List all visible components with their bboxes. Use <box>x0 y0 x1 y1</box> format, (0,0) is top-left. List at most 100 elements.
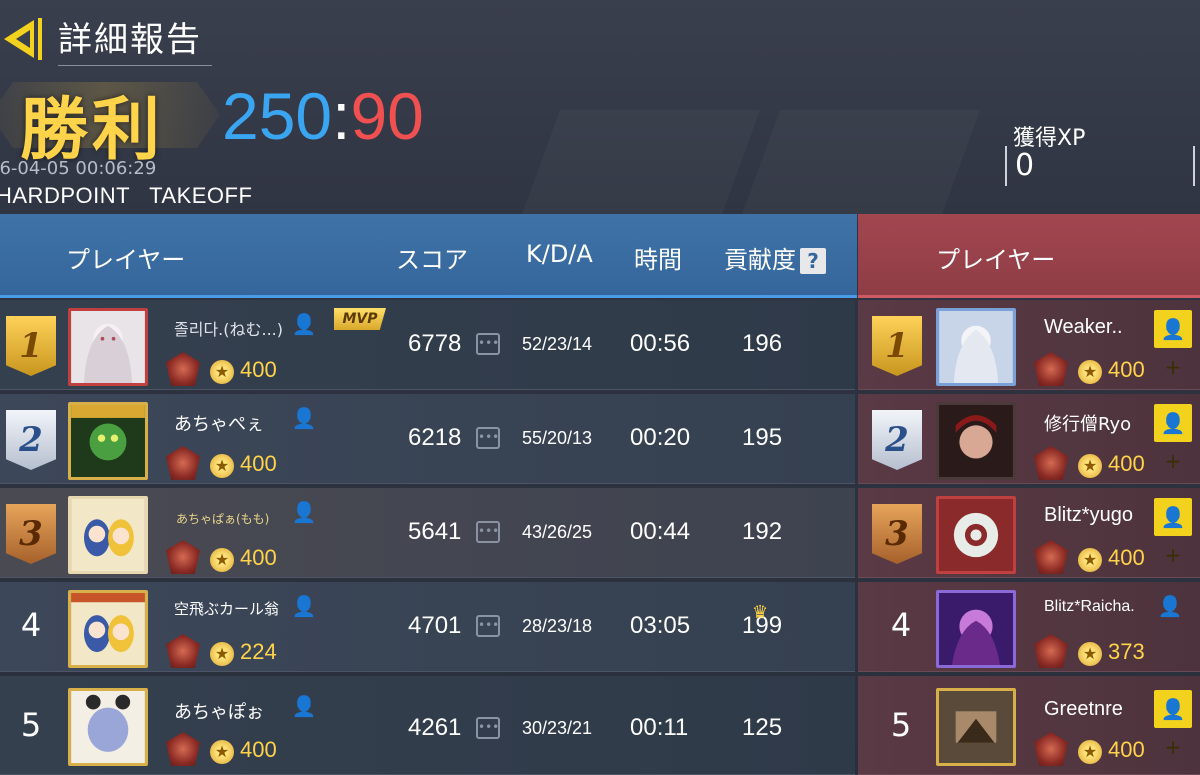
avatar[interactable] <box>936 308 1016 386</box>
match-mode-map: HARDPOINT TAKEOFF <box>0 183 253 208</box>
add-friend-icon[interactable]: 👤+ <box>1154 310 1192 379</box>
rank-number: 4 <box>890 606 912 644</box>
add-friend-icon[interactable]: 👤+ <box>1154 498 1192 567</box>
blue-team-header: プレイヤー スコア K/D/A 時間 貢献度? <box>0 214 857 298</box>
chat-icon[interactable]: ••• <box>476 717 500 739</box>
player-name: Greetnre <box>1044 698 1123 720</box>
back-button[interactable] <box>0 14 46 64</box>
coin-icon: ★ <box>210 548 234 572</box>
rank-number: 5 <box>890 706 912 744</box>
avatar[interactable] <box>68 308 148 386</box>
col-score: スコア <box>396 246 468 274</box>
coin-value: 400 <box>1108 451 1145 476</box>
rank-emblem-icon <box>166 540 200 574</box>
player-name: 졸리다.(ねむ...) <box>174 320 283 339</box>
coin-icon: ★ <box>1078 360 1102 384</box>
coin-value: 224 <box>240 639 277 664</box>
coin-value: 400 <box>240 545 277 570</box>
score-value: 4261 <box>408 714 462 741</box>
time-value: 00:11 <box>630 714 689 741</box>
avatar[interactable] <box>936 590 1016 668</box>
rank-badge-bronze: 3 <box>6 504 56 564</box>
score-blue: 250 <box>222 79 333 153</box>
avatar[interactable] <box>936 688 1016 766</box>
coin-value: 400 <box>240 737 277 762</box>
friend-icon[interactable]: 👤 <box>290 594 318 620</box>
background-decoration <box>740 110 980 220</box>
coin-value: 400 <box>1108 357 1145 382</box>
kda-value: 55/20/13 <box>522 428 593 448</box>
kda-value: 52/23/14 <box>522 334 593 354</box>
friend-icon[interactable]: 👤 <box>290 500 318 526</box>
col-player: プレイヤー <box>66 246 186 274</box>
chat-icon[interactable]: ••• <box>476 427 500 449</box>
player-name: Blitz*yugo <box>1044 504 1133 526</box>
coin-icon: ★ <box>210 642 234 666</box>
player-name: あちゃぱぁ(もも) <box>176 512 270 526</box>
rank-emblem-icon <box>166 634 200 668</box>
col-contribution-label: 貢献度 <box>724 246 796 274</box>
avatar[interactable] <box>68 688 148 766</box>
rank-badge-bronze: 3 <box>872 504 922 564</box>
table-row[interactable]: 4 Blitz*Raicha. 👤 ★ 373 <box>858 582 1200 672</box>
red-team-header: プレイヤー <box>858 214 1200 298</box>
score-value: 5641 <box>408 518 462 545</box>
score-value: 6778 <box>408 330 462 357</box>
chat-icon[interactable]: ••• <box>476 521 500 543</box>
table-row[interactable]: 1 ★ 400 졸리다.(ねむ...) 👤 6778 ••• 52/23/14 … <box>0 300 855 390</box>
avatar[interactable] <box>68 590 148 668</box>
table-row[interactable]: 3 ★ 400 あちゃぱぁ(もも) 👤 5641 ••• 43/26/25 00… <box>0 488 855 578</box>
xp-value: 0 <box>1015 148 1035 183</box>
time-value: 03:05 <box>630 612 691 639</box>
score-value: 4701 <box>408 612 462 639</box>
kda-value: 30/23/21 <box>522 718 593 738</box>
rank-emblem-icon <box>1034 732 1068 766</box>
player-name: あちゃぺぇ <box>174 414 264 435</box>
add-friend-icon[interactable]: 👤+ <box>1154 690 1192 759</box>
chat-icon[interactable]: ••• <box>476 333 500 355</box>
rank-number: 4 <box>20 606 42 644</box>
avatar[interactable] <box>68 496 148 574</box>
table-row[interactable]: 5 Greetnre 👤+ ★ 400 <box>858 676 1200 775</box>
coin-icon: ★ <box>1078 642 1102 666</box>
add-friend-icon[interactable]: 👤+ <box>1154 404 1192 473</box>
avatar[interactable] <box>68 402 148 480</box>
friend-icon[interactable]: 👤 <box>1156 594 1184 620</box>
rank-badge-gold: 1 <box>6 316 56 376</box>
rank-badge-gold: 1 <box>872 316 922 376</box>
player-name: Weaker.. <box>1044 316 1123 338</box>
avatar[interactable] <box>936 402 1016 480</box>
kda-value: 43/26/25 <box>522 522 593 542</box>
final-score: 250:90 <box>222 78 424 154</box>
time-value: 00:44 <box>630 518 691 545</box>
coin-value: 400 <box>1108 737 1145 762</box>
col-time: 時間 <box>634 246 682 274</box>
help-icon[interactable]: ? <box>800 248 826 274</box>
page-title: 詳細報告 <box>58 12 212 66</box>
friend-icon[interactable]: 👤 <box>290 406 318 432</box>
avatar[interactable] <box>936 496 1016 574</box>
rank-emblem-icon <box>1034 446 1068 480</box>
col-player-red: プレイヤー <box>936 246 1056 274</box>
player-name: 空飛ぶカール翁 <box>174 600 280 618</box>
coin-value: 373 <box>1108 639 1145 664</box>
friend-icon[interactable]: 👤 <box>290 312 318 338</box>
table-row[interactable]: 2 ★ 400 あちゃぺぇ 👤 6218 ••• 55/20/13 00:20 … <box>0 394 855 484</box>
contribution-value: 196 <box>742 330 783 357</box>
table-row[interactable]: 2 修行僧Ryo 👤+ ★ 400 <box>858 394 1200 484</box>
xp-box: 0 <box>1005 146 1195 186</box>
table-row[interactable]: 4 ★ 224 空飛ぶカール翁 👤 4701 ••• 28/23/18 03:0… <box>0 582 855 672</box>
back-arrow-icon <box>4 18 42 60</box>
coin-icon: ★ <box>210 360 234 384</box>
rank-emblem-icon <box>166 352 200 386</box>
table-row[interactable]: 3 Blitz*yugo 👤+ ★ 400 <box>858 488 1200 578</box>
table-row[interactable]: 5 ★ 400 あちゃぽぉ 👤 4261 ••• 30/23/21 00:11 … <box>0 676 855 775</box>
rank-emblem-icon <box>166 446 200 480</box>
contribution-value: 192 <box>742 518 783 545</box>
rank-emblem-icon <box>1034 540 1068 574</box>
table-row[interactable]: 1 Weaker.. 👤+ ★ 400 <box>858 300 1200 390</box>
chat-icon[interactable]: ••• <box>476 615 500 637</box>
coin-icon: ★ <box>1078 740 1102 764</box>
coin-value: 400 <box>240 451 277 476</box>
friend-icon[interactable]: 👤 <box>290 694 318 720</box>
